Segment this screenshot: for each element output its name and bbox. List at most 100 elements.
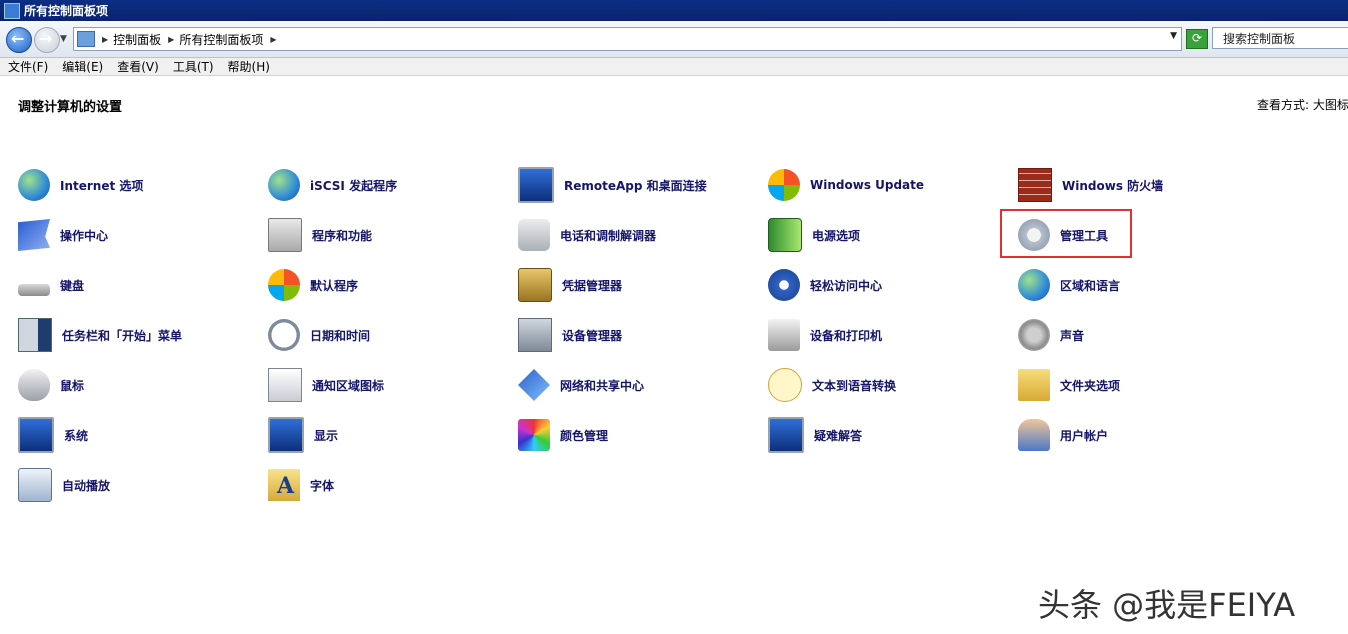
- control-panel-item[interactable]: 颜色管理: [518, 418, 608, 452]
- control-panel-item[interactable]: 系统: [18, 417, 89, 453]
- remoteapp-icon: [518, 167, 554, 203]
- troubleshooting-icon: [768, 417, 804, 453]
- search-input[interactable]: 搜索控制面板: [1212, 27, 1348, 49]
- refresh-button[interactable]: ⟳: [1186, 29, 1208, 49]
- control-panel-item[interactable]: 显示: [268, 417, 339, 453]
- control-panel-item[interactable]: 电话和调制解调器: [518, 218, 656, 252]
- device-manager-icon: [518, 318, 552, 352]
- default-programs-icon: [268, 269, 300, 301]
- control-panel-item-label: 文件夹选项: [1060, 378, 1121, 393]
- control-panel-item[interactable]: 默认程序: [268, 268, 358, 302]
- control-panel-item[interactable]: 网络和共享中心: [518, 368, 644, 402]
- back-button[interactable]: [6, 27, 32, 53]
- autoplay-icon: [18, 468, 52, 502]
- control-panel-item[interactable]: 区域和语言: [1018, 268, 1120, 302]
- credential-manager-icon: [518, 268, 552, 302]
- network-icon: [518, 369, 550, 401]
- folder-options-icon: [1018, 369, 1050, 401]
- control-panel-item[interactable]: 鼠标: [18, 368, 84, 402]
- control-panel-item-label: 操作中心: [60, 228, 109, 243]
- menu-view[interactable]: 查看(V): [117, 58, 159, 75]
- control-panel-item[interactable]: 自动播放: [18, 468, 110, 502]
- control-panel-item-label: 电源选项: [812, 228, 861, 243]
- phone-modem-icon: [518, 219, 550, 251]
- control-panel-item[interactable]: 用户帐户: [1018, 418, 1108, 452]
- internet-options-icon: [18, 169, 50, 201]
- control-panel-item-label: 网络和共享中心: [560, 378, 645, 393]
- control-panel-icon: [77, 31, 95, 47]
- control-panel-item-label: 日期和时间: [310, 328, 371, 343]
- date-time-icon: [268, 319, 300, 351]
- control-panel-item-label: 自动播放: [62, 478, 111, 493]
- menu-tools[interactable]: 工具(T): [173, 58, 214, 75]
- title-bar: 所有控制面板项: [0, 0, 1348, 21]
- forward-button[interactable]: [34, 27, 60, 53]
- page-title: 调整计算机的设置: [18, 100, 123, 115]
- menu-file[interactable]: 文件(F): [8, 58, 48, 75]
- control-panel-item[interactable]: RemoteApp 和桌面连接: [518, 167, 707, 203]
- control-panel-item[interactable]: 键盘: [18, 268, 84, 302]
- control-panel-item-label: 声音: [1060, 328, 1085, 343]
- control-panel-item-label: 文本到语音转换: [812, 378, 897, 393]
- control-panel-item[interactable]: 文件夹选项: [1018, 368, 1120, 402]
- control-panel-item[interactable]: 文本到语音转换: [768, 368, 896, 402]
- control-panel-item[interactable]: 日期和时间: [268, 318, 370, 352]
- control-panel-item-label: 键盘: [60, 278, 85, 293]
- control-panel-item[interactable]: 操作中心: [18, 218, 108, 252]
- control-panel-item-label: 凭据管理器: [562, 278, 623, 293]
- control-panel-item[interactable]: 通知区域图标: [268, 368, 384, 402]
- control-panel-item[interactable]: iSCSI 发起程序: [268, 168, 397, 202]
- control-panel-item-label: 程序和功能: [312, 228, 373, 243]
- breadcrumb-chevron-icon[interactable]: ▶: [270, 35, 276, 44]
- address-dropdown-icon[interactable]: ▼: [1170, 31, 1177, 41]
- keyboard-icon: [18, 284, 50, 296]
- control-panel-item[interactable]: Windows 防火墙: [1018, 168, 1163, 202]
- firewall-icon: [1018, 168, 1052, 202]
- control-panel-item-label: 任务栏和「开始」菜单: [62, 328, 183, 343]
- breadcrumb-all-items[interactable]: 所有控制面板项: [179, 31, 263, 48]
- display-icon: [268, 417, 304, 453]
- control-panel-item-label: 显示: [314, 428, 339, 443]
- control-panel-item[interactable]: 疑难解答: [768, 417, 863, 453]
- control-panel-item[interactable]: 轻松访问中心: [768, 268, 882, 302]
- menu-help[interactable]: 帮助(H): [228, 58, 270, 75]
- control-panel-item-label: 系统: [64, 428, 89, 443]
- control-panel-item-label: iSCSI 发起程序: [310, 178, 398, 193]
- control-panel-item-label: 用户帐户: [1060, 428, 1109, 443]
- control-panel-item-label: Windows 防火墙: [1062, 178, 1164, 193]
- search-placeholder: 搜索控制面板: [1223, 31, 1296, 46]
- address-bar[interactable]: ▶ 控制面板 ▶ 所有控制面板项 ▶ ▼: [73, 27, 1182, 51]
- control-panel-item[interactable]: 任务栏和「开始」菜单: [18, 318, 182, 352]
- control-panel-item-label: 通知区域图标: [312, 378, 385, 393]
- control-panel-item[interactable]: 设备和打印机: [768, 318, 882, 352]
- color-management-icon: [518, 419, 550, 451]
- programs-icon: [268, 218, 302, 252]
- breadcrumb-chevron-icon[interactable]: ▶: [102, 35, 108, 44]
- navigation-bar: ▼ ▶ 控制面板 ▶ 所有控制面板项 ▶ ▼ ⟳ 搜索控制面板: [0, 21, 1348, 58]
- view-by-selector[interactable]: 查看方式: 大图标: [1257, 96, 1348, 113]
- breadcrumb-chevron-icon[interactable]: ▶: [168, 35, 174, 44]
- mouse-icon: [18, 369, 50, 401]
- fonts-icon: [268, 469, 300, 501]
- control-panel-item-label: 区域和语言: [1060, 278, 1121, 293]
- control-panel-item[interactable]: 电源选项: [768, 218, 860, 252]
- control-panel-item-label: 默认程序: [310, 278, 359, 293]
- control-panel-item-label: 疑难解答: [814, 428, 863, 443]
- control-panel-item-label: 字体: [310, 478, 335, 493]
- menu-edit[interactable]: 编辑(E): [62, 58, 103, 75]
- history-dropdown-icon[interactable]: ▼: [60, 34, 67, 44]
- control-panel-item[interactable]: 声音: [1018, 318, 1084, 352]
- system-icon: [18, 417, 54, 453]
- control-panel-item[interactable]: 凭据管理器: [518, 268, 622, 302]
- control-panel-item[interactable]: Internet 选项: [18, 168, 143, 202]
- control-panel-item[interactable]: Windows Update: [768, 168, 924, 202]
- control-panel-item[interactable]: 程序和功能: [268, 218, 372, 252]
- power-icon: [768, 218, 802, 252]
- breadcrumb-control-panel[interactable]: 控制面板: [113, 31, 161, 48]
- control-panel-item-label: 设备管理器: [562, 328, 623, 343]
- control-panel-item[interactable]: 字体: [268, 468, 334, 502]
- menu-bar: 文件(F) 编辑(E) 查看(V) 工具(T) 帮助(H): [0, 58, 1348, 76]
- window-title: 所有控制面板项: [24, 4, 109, 18]
- watermark: 头条 @我是FEIYA: [1038, 586, 1296, 624]
- control-panel-item[interactable]: 设备管理器: [518, 318, 622, 352]
